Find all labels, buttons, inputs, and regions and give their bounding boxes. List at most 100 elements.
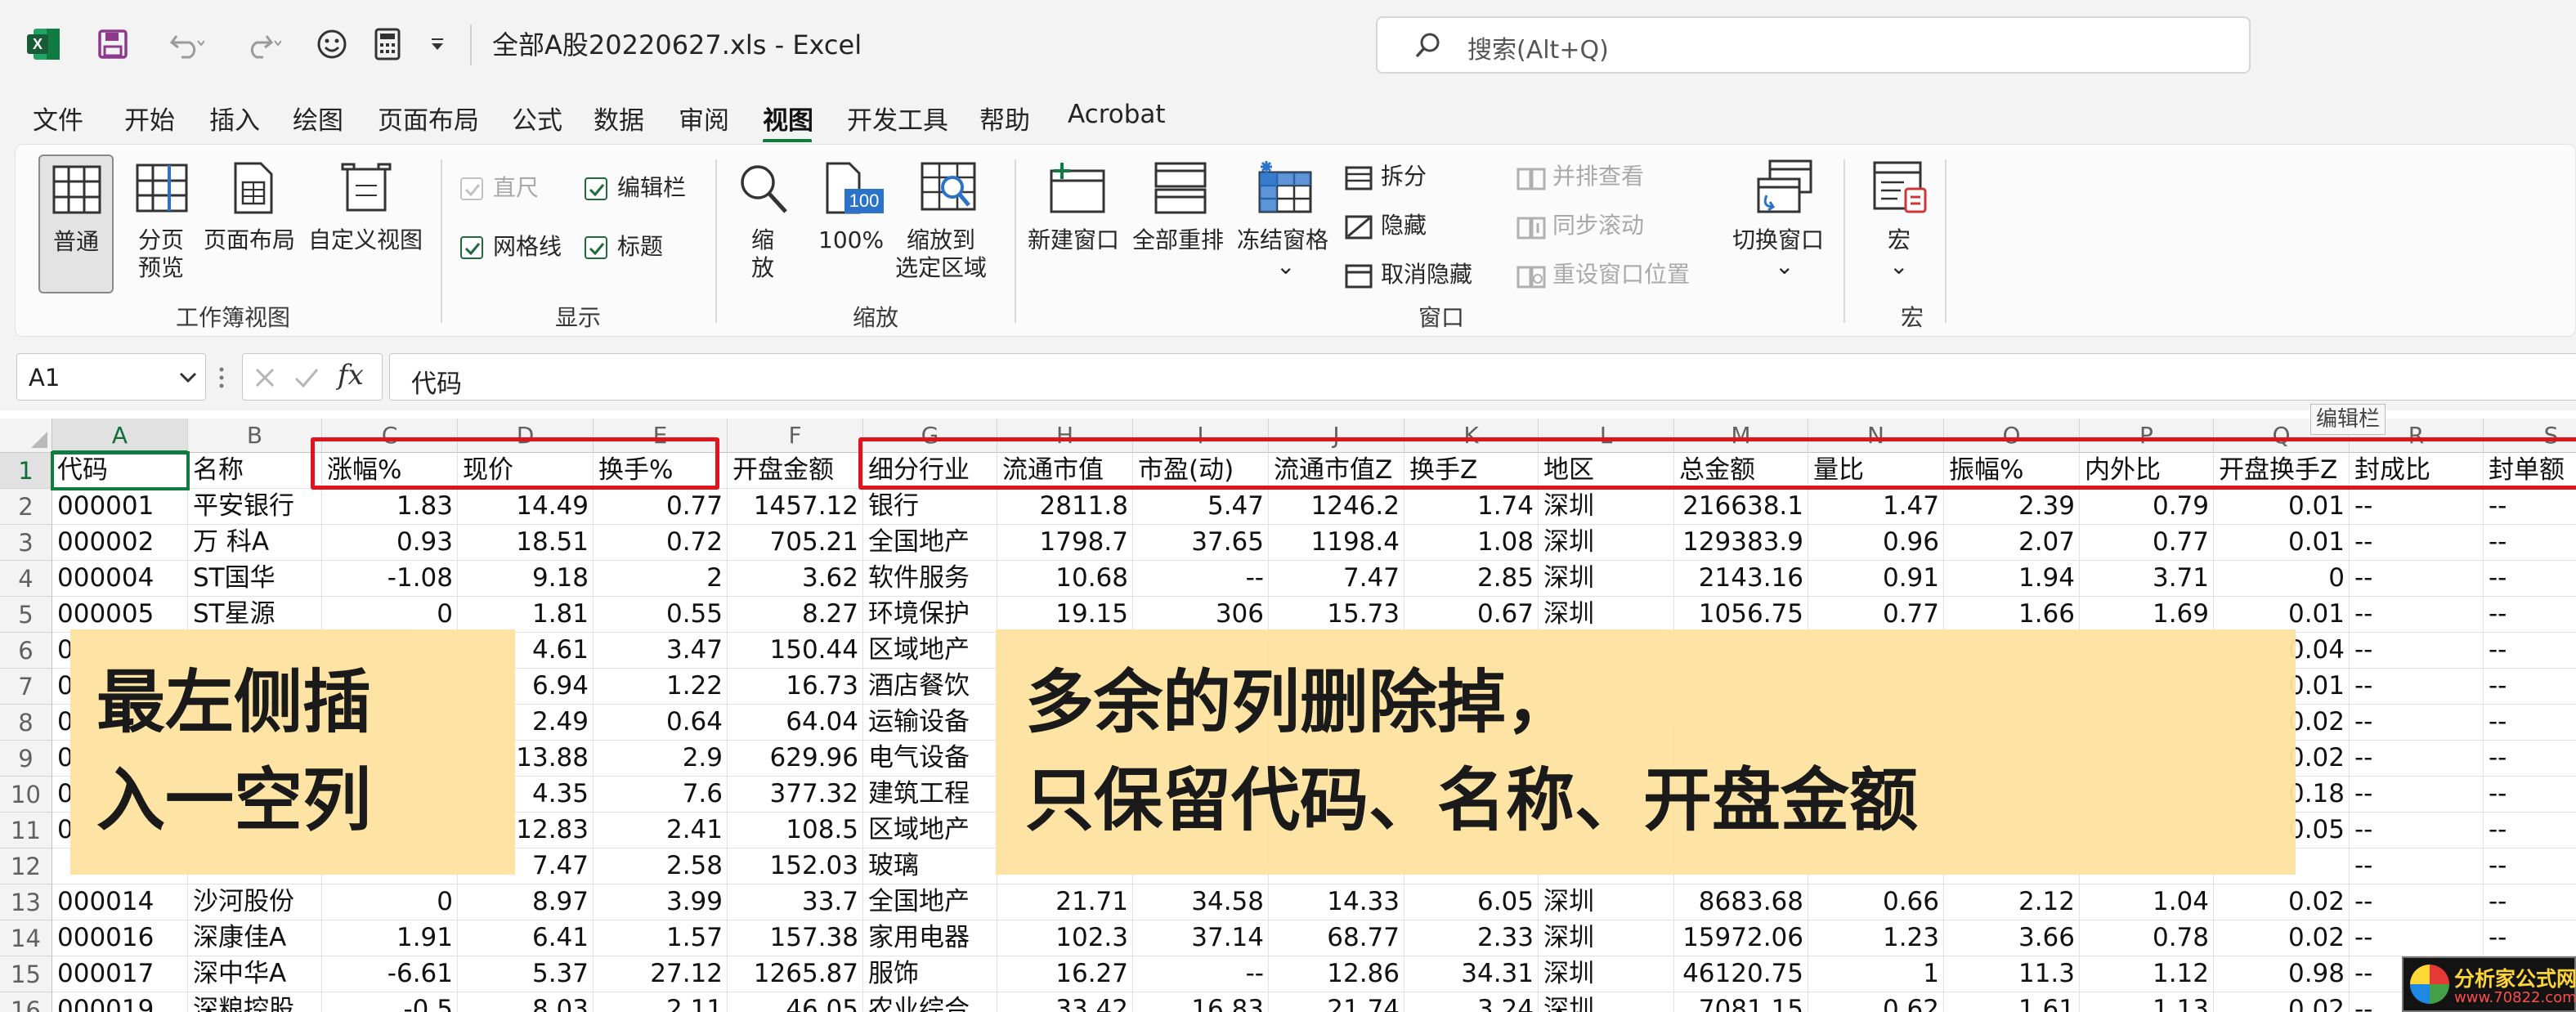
- table-cell[interactable]: 万 科A: [188, 525, 322, 561]
- table-cell[interactable]: 1.13: [2080, 992, 2214, 1012]
- table-cell[interactable]: 000019: [52, 992, 188, 1012]
- table-cell[interactable]: 深圳: [1539, 920, 1674, 956]
- table-cell[interactable]: --: [2484, 920, 2576, 956]
- table-cell[interactable]: 3.71: [2080, 561, 2214, 597]
- table-cell[interactable]: --: [1133, 956, 1269, 992]
- table-cell[interactable]: 0.02: [2214, 992, 2350, 1012]
- page-layout-view-button[interactable]: 页面布局: [202, 154, 300, 293]
- tab-view[interactable]: 视图: [763, 100, 813, 137]
- reset-window-position-button[interactable]: 重设窗口位置: [1512, 259, 1724, 295]
- table-cell[interactable]: 2.07: [1944, 525, 2080, 561]
- table-cell[interactable]: 1.12: [2080, 956, 2214, 992]
- table-cell[interactable]: 0.98: [2214, 956, 2350, 992]
- table-cell[interactable]: 000001: [52, 489, 188, 525]
- table-cell[interactable]: --: [2350, 597, 2484, 633]
- table-cell[interactable]: 0.55: [594, 597, 728, 633]
- table-cell[interactable]: --: [2350, 525, 2484, 561]
- table-cell[interactable]: 深圳: [1539, 956, 1674, 992]
- unhide-button[interactable]: 取消隐藏: [1340, 259, 1503, 295]
- table-cell[interactable]: 1.69: [2080, 597, 2214, 633]
- table-cell[interactable]: 深圳: [1539, 525, 1674, 561]
- table-cell[interactable]: 34.31: [1404, 956, 1539, 992]
- table-cell[interactable]: 15972.06: [1674, 920, 1808, 956]
- table-cell[interactable]: 8.97: [458, 884, 594, 920]
- table-cell[interactable]: 46120.75: [1674, 956, 1808, 992]
- tab-acrobat[interactable]: Acrobat: [1068, 100, 1166, 129]
- table-cell[interactable]: 1798.7: [997, 525, 1133, 561]
- insert-function-icon[interactable]: fx: [338, 359, 364, 392]
- table-cell[interactable]: 19.15: [997, 597, 1133, 633]
- gridlines-checkbox[interactable]: [460, 236, 483, 259]
- table-cell[interactable]: 1.91: [322, 920, 458, 956]
- table-cell[interactable]: 14.33: [1269, 884, 1404, 920]
- table-cell[interactable]: 33.7: [728, 884, 863, 920]
- table-cell[interactable]: --: [2350, 561, 2484, 597]
- table-cell[interactable]: 运输设备: [863, 705, 997, 741]
- table-cell[interactable]: 1246.2: [1269, 489, 1404, 525]
- row-header-2[interactable]: 2: [0, 489, 52, 525]
- table-cell[interactable]: 216638.1: [1674, 489, 1808, 525]
- table-cell[interactable]: --: [2484, 489, 2576, 525]
- table-cell[interactable]: 000004: [52, 561, 188, 597]
- table-cell[interactable]: 3.47: [594, 633, 728, 669]
- header-cell[interactable]: 开盘金额: [728, 453, 863, 489]
- table-cell[interactable]: 0.93: [322, 525, 458, 561]
- table-cell[interactable]: 2.41: [594, 813, 728, 849]
- table-cell[interactable]: 8.27: [728, 597, 863, 633]
- redo-icon[interactable]: [239, 18, 288, 70]
- table-cell[interactable]: 33.42: [997, 992, 1133, 1012]
- table-cell[interactable]: 深圳: [1539, 561, 1674, 597]
- table-cell[interactable]: 1.23: [1808, 920, 1944, 956]
- view-side-by-side-button[interactable]: 并排查看: [1512, 161, 1675, 197]
- table-cell[interactable]: ST星源: [188, 597, 322, 633]
- row-header-16[interactable]: 16: [0, 992, 52, 1012]
- row-header-6[interactable]: 6: [0, 633, 52, 669]
- table-cell[interactable]: 区域地产: [863, 813, 997, 849]
- table-cell[interactable]: 000005: [52, 597, 188, 633]
- table-cell[interactable]: 9.18: [458, 561, 594, 597]
- table-cell[interactable]: 2.85: [1404, 561, 1539, 597]
- smiley-icon[interactable]: [311, 18, 353, 70]
- split-button[interactable]: 拆分: [1340, 161, 1487, 197]
- table-cell[interactable]: 0.66: [1808, 884, 1944, 920]
- header-cell[interactable]: 名称: [188, 453, 322, 489]
- column-header-f[interactable]: F: [728, 419, 863, 453]
- table-cell[interactable]: 102.3: [997, 920, 1133, 956]
- table-cell[interactable]: 64.04: [728, 705, 863, 741]
- table-cell[interactable]: 全国地产: [863, 884, 997, 920]
- table-cell[interactable]: 深粮控股: [188, 992, 322, 1012]
- table-cell[interactable]: 11.3: [1944, 956, 2080, 992]
- name-box-dropdown-icon[interactable]: [177, 369, 199, 387]
- table-cell[interactable]: 1.04: [2080, 884, 2214, 920]
- table-cell[interactable]: 152.03: [728, 849, 863, 884]
- customize-qat-icon[interactable]: [421, 18, 454, 70]
- table-cell[interactable]: 157.38: [728, 920, 863, 956]
- table-cell[interactable]: 1457.12: [728, 489, 863, 525]
- table-cell[interactable]: 1265.87: [728, 956, 863, 992]
- table-cell[interactable]: --: [2350, 669, 2484, 705]
- table-cell[interactable]: 1198.4: [1269, 525, 1404, 561]
- table-cell[interactable]: --: [2484, 705, 2576, 741]
- table-cell[interactable]: 2.11: [594, 992, 728, 1012]
- freeze-panes-button[interactable]: 冻结窗格 ⌄: [1235, 154, 1335, 293]
- table-cell[interactable]: 电气设备: [863, 741, 997, 777]
- row-header-14[interactable]: 14: [0, 920, 52, 956]
- table-cell[interactable]: 0: [322, 597, 458, 633]
- table-cell[interactable]: 16.83: [1133, 992, 1269, 1012]
- tab-page-layout[interactable]: 页面布局: [378, 100, 479, 137]
- new-window-button[interactable]: 新建窗口: [1026, 154, 1126, 293]
- table-cell[interactable]: --: [2350, 920, 2484, 956]
- row-header-11[interactable]: 11: [0, 813, 52, 849]
- undo-icon[interactable]: [162, 18, 211, 70]
- select-all-corner[interactable]: [0, 419, 52, 453]
- table-cell[interactable]: 1056.75: [1674, 597, 1808, 633]
- tab-developer[interactable]: 开发工具: [847, 100, 948, 137]
- cancel-entry-icon[interactable]: [253, 365, 277, 390]
- table-cell[interactable]: 12.86: [1269, 956, 1404, 992]
- table-cell[interactable]: --: [2484, 633, 2576, 669]
- table-cell[interactable]: 玻璃: [863, 849, 997, 884]
- table-cell[interactable]: 0.02: [2214, 884, 2350, 920]
- table-cell[interactable]: 全国地产: [863, 525, 997, 561]
- page-break-preview-button[interactable]: 分页 预览: [130, 154, 195, 293]
- table-cell[interactable]: 21.74: [1269, 992, 1404, 1012]
